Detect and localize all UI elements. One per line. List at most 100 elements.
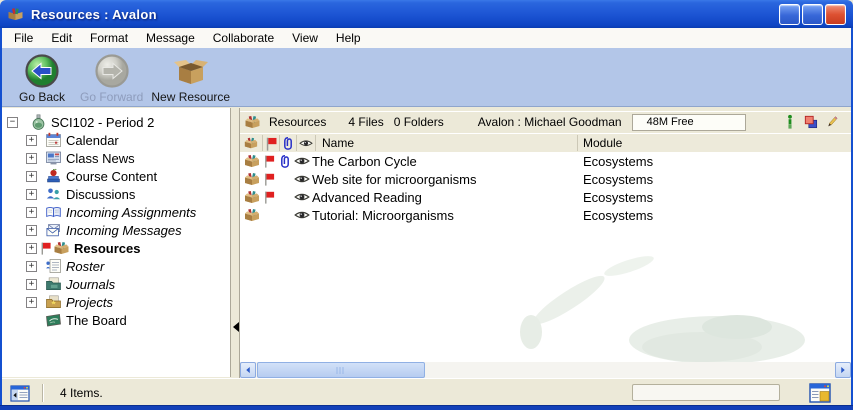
resource-name[interactable]: Advanced Reading <box>312 190 422 205</box>
tree-item-class-news[interactable]: + Class News <box>2 149 230 167</box>
flag-icon <box>262 154 276 169</box>
tree-label-the-board[interactable]: The Board <box>66 313 127 328</box>
menu-edit[interactable]: Edit <box>42 29 81 47</box>
expander-plus-icon[interactable]: + <box>26 207 37 218</box>
expander-minus-icon[interactable]: − <box>7 117 18 128</box>
tree-label-incoming-assignments[interactable]: Incoming Assignments <box>66 205 196 220</box>
status-bar: 4 Items. <box>2 378 851 407</box>
attachment-placeholder <box>278 208 292 223</box>
tree-label-journals[interactable]: Journals <box>66 277 115 292</box>
new-resource-icon <box>173 53 209 89</box>
expander-plus-icon[interactable]: + <box>26 225 37 236</box>
menu-help[interactable]: Help <box>327 29 370 47</box>
column-flag-icon[interactable] <box>263 135 280 151</box>
calendar-icon <box>45 132 62 148</box>
resource-row-tutorial-microorganisms[interactable]: Tutorial: Microorganisms Ecosystems <box>240 206 851 224</box>
resource-row-advanced-reading[interactable]: Advanced ReadingEcosystems <box>240 188 851 206</box>
owner-label: Avalon : Michael Goodman <box>478 115 622 129</box>
tree-item-the-board[interactable]: The Board <box>2 311 230 329</box>
discussions-icon <box>45 186 62 202</box>
pencil-icon[interactable] <box>825 114 839 130</box>
attachment-placeholder <box>278 190 292 205</box>
expander-plus-icon[interactable]: + <box>26 171 37 182</box>
menu-file[interactable]: File <box>5 29 42 47</box>
resource-module: Ecosystems <box>583 208 653 223</box>
tree-label-calendar[interactable]: Calendar <box>66 133 119 148</box>
expander-plus-icon[interactable]: + <box>26 297 37 308</box>
menu-collaborate[interactable]: Collaborate <box>204 29 283 47</box>
menu-bar: FileEditFormatMessageCollaborateViewHelp <box>2 28 851 49</box>
close-button[interactable] <box>825 4 846 25</box>
tree-label-incoming-messages[interactable]: Incoming Messages <box>66 223 182 238</box>
column-name[interactable]: Name <box>322 136 354 150</box>
tree-item-incoming-messages[interactable]: + Incoming Messages <box>2 221 230 239</box>
expander-plus-icon[interactable]: + <box>26 135 37 146</box>
resources-box-icon <box>244 207 260 223</box>
layers-icon[interactable] <box>804 114 818 130</box>
expander-plus-icon[interactable]: + <box>26 243 37 254</box>
toolbar: Go BackGo Forward New Resource <box>2 48 851 107</box>
expander-plus-icon[interactable]: + <box>26 279 37 290</box>
tree-label-roster[interactable]: Roster <box>66 259 104 274</box>
flag-icon <box>39 241 52 256</box>
resource-name[interactable]: Web site for microorganisms <box>312 172 476 187</box>
resource-row-web-site-for-microorganisms[interactable]: Web site for microorganismsEcosystems <box>240 170 851 188</box>
paperclip-icon <box>281 136 295 150</box>
tree-item-journals[interactable]: + Journals <box>2 275 230 293</box>
column-divider[interactable] <box>577 135 578 151</box>
scrollbar-thumb[interactable] <box>257 362 425 378</box>
resource-name[interactable]: Tutorial: Microorganisms <box>312 208 454 223</box>
menu-format[interactable]: Format <box>81 29 137 47</box>
column-resources-box-icon[interactable] <box>240 135 263 151</box>
resource-name[interactable]: The Carbon Cycle <box>312 154 417 169</box>
expander-plus-icon[interactable]: + <box>26 261 37 272</box>
scroll-left-button[interactable] <box>240 362 256 378</box>
eye-icon <box>299 138 313 149</box>
column-paperclip-icon[interactable] <box>280 135 297 151</box>
tree-item-roster[interactable]: + Roster <box>2 257 230 275</box>
tree-item-calendar[interactable]: + Calendar <box>2 131 230 149</box>
tree-label-class-news[interactable]: Class News <box>66 151 135 166</box>
expander-plus-icon[interactable]: + <box>26 153 37 164</box>
horizontal-scrollbar[interactable] <box>240 362 851 378</box>
new-resource-button[interactable]: New Resource <box>147 53 234 104</box>
island-watermark-image <box>507 252 807 362</box>
tree-label-projects[interactable]: Projects <box>66 295 113 310</box>
tree-item-projects[interactable]: + Projects <box>2 293 230 311</box>
tree-item-resources[interactable]: + Resources <box>2 239 230 257</box>
menu-message[interactable]: Message <box>137 29 204 47</box>
person-icon[interactable] <box>783 114 797 130</box>
tree-item-course-content[interactable]: + Course Content <box>2 167 230 185</box>
flask-icon <box>30 114 47 130</box>
scroll-right-button[interactable] <box>835 362 851 378</box>
expander-plus-icon[interactable]: + <box>26 189 37 200</box>
tree-item-incoming-assignments[interactable]: + Incoming Assignments <box>2 203 230 221</box>
resources-box-icon <box>244 136 258 150</box>
layout-icon[interactable] <box>808 382 832 404</box>
tree-item-sci102-period-2[interactable]: − SCI102 - Period 2 <box>2 113 230 131</box>
resource-row-the-carbon-cycle[interactable]: The Carbon CycleEcosystems <box>240 152 851 170</box>
flag-placeholder <box>262 208 276 223</box>
tree-label-resources[interactable]: Resources <box>74 241 140 256</box>
course-content-icon <box>45 168 62 184</box>
minimize-button[interactable] <box>779 4 800 25</box>
resources-info-bar: Resources 4 Files 0 Folders Avalon : Mic… <box>240 111 851 132</box>
title-bar[interactable]: Resources : Avalon <box>0 0 853 28</box>
go-forward-button[interactable]: Go Forward <box>76 53 147 104</box>
app-box-icon <box>7 6 24 22</box>
column-eye-icon[interactable] <box>297 135 316 151</box>
tree-label-course-content[interactable]: Course Content <box>66 169 157 184</box>
scrollbar-track[interactable] <box>256 362 835 378</box>
panel-splitter[interactable] <box>231 108 240 378</box>
maximize-button[interactable] <box>802 4 823 25</box>
tree-item-discussions[interactable]: + Discussions <box>2 185 230 203</box>
menu-view[interactable]: View <box>283 29 327 47</box>
go-back-button[interactable]: Go Back <box>8 53 76 104</box>
column-module[interactable]: Module <box>583 136 622 150</box>
tree-label-discussions[interactable]: Discussions <box>66 187 135 202</box>
info-bar-actions <box>783 114 839 130</box>
new-resource-label: New Resource <box>151 90 230 104</box>
splitter-collapse-icon[interactable] <box>233 322 239 332</box>
panel-toggle-icon[interactable] <box>10 384 30 403</box>
tree-label-sci102-period-2[interactable]: SCI102 - Period 2 <box>51 115 154 130</box>
